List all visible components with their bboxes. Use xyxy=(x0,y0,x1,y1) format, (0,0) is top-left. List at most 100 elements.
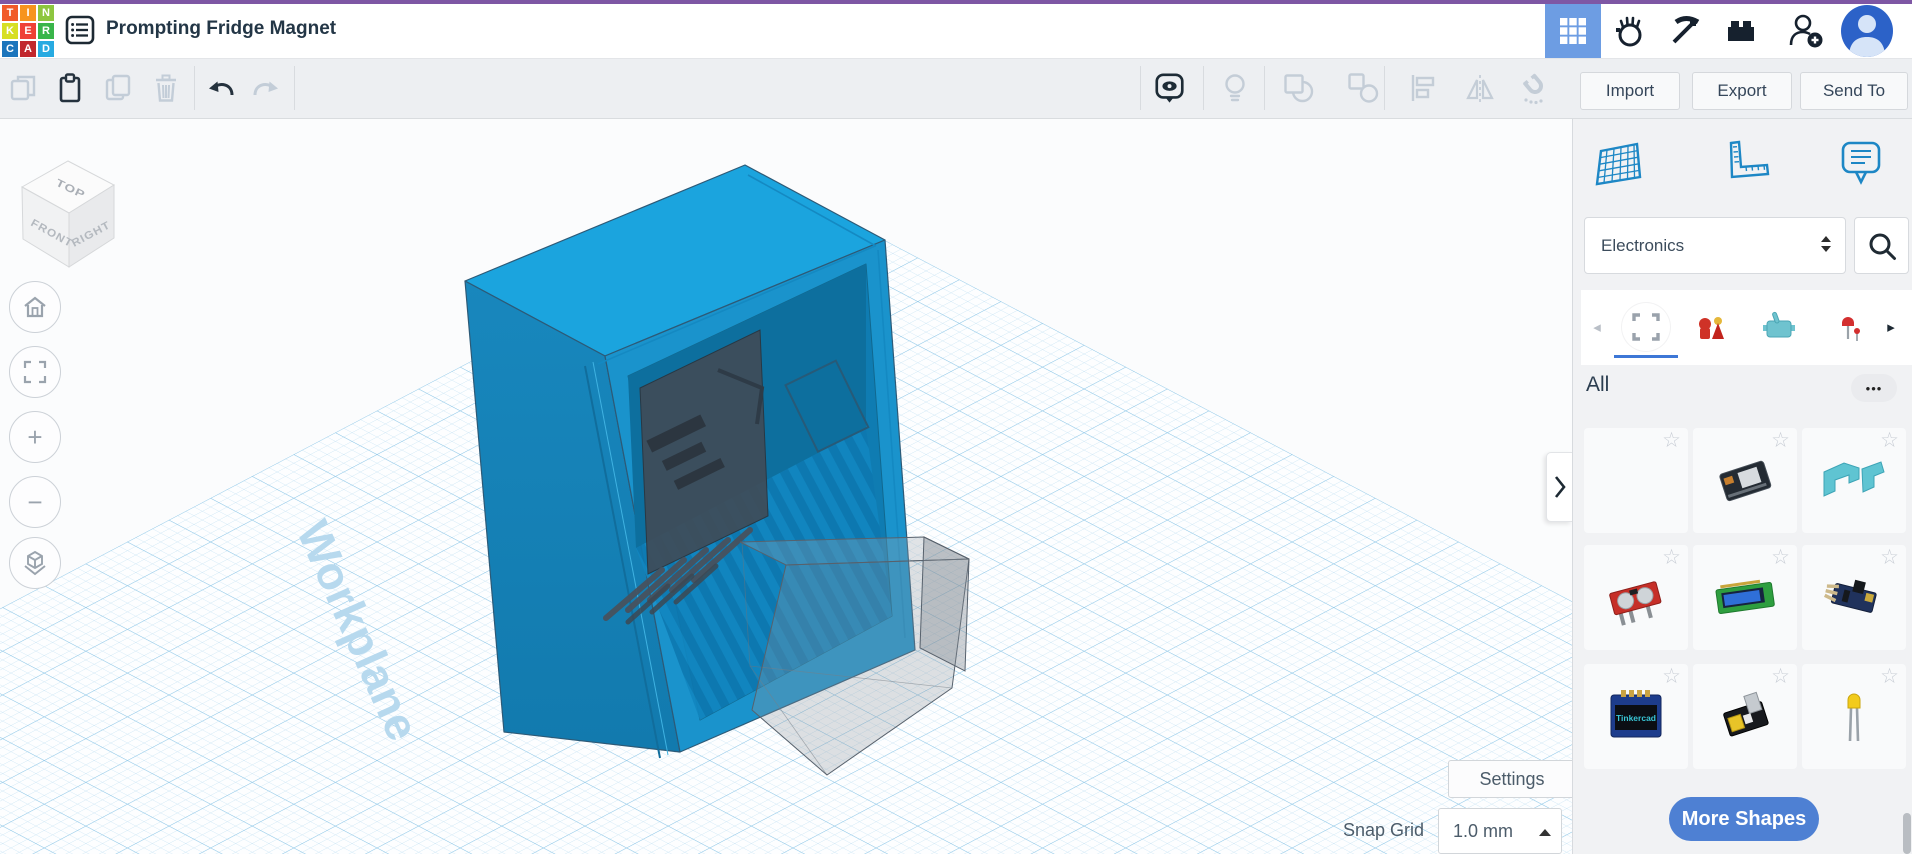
led-thumb-icon xyxy=(1842,317,1860,341)
toolbar-divider xyxy=(1140,66,1141,110)
shapes-panel: Electronics ◂ ▸ All ••• ☆ ☆ ☆ ☆ ☆ ☆ ☆ Ti… xyxy=(1572,118,1912,854)
category-tab-general[interactable] xyxy=(1622,303,1670,351)
section-options-button[interactable]: ••• xyxy=(1851,374,1897,402)
perspective-toggle-button[interactable] xyxy=(9,537,61,589)
shape-tile-blank[interactable]: ☆ xyxy=(1584,428,1688,533)
ungroup-icon xyxy=(1348,73,1379,103)
import-button[interactable]: Import xyxy=(1580,72,1680,110)
logo-tile: C xyxy=(2,41,18,57)
mirror-button[interactable] xyxy=(1463,71,1497,105)
minus-icon: − xyxy=(27,486,43,517)
shape-tile-bracket[interactable]: ☆ xyxy=(1802,428,1906,533)
ruler-icon xyxy=(1729,140,1770,179)
circuit-board-thumb-icon xyxy=(1719,460,1772,502)
delete-button[interactable] xyxy=(149,71,183,105)
zoom-in-button[interactable]: + xyxy=(9,411,61,463)
category-carousel: ◂ ▸ xyxy=(1581,290,1912,365)
grid-3x3-icon xyxy=(1560,18,1586,44)
led-big-thumb-icon xyxy=(1847,693,1861,742)
svg-text:Tinkercad: Tinkercad xyxy=(1616,713,1656,723)
home-view-button[interactable] xyxy=(9,281,61,333)
trash-icon xyxy=(156,74,176,102)
export-button[interactable]: Export xyxy=(1692,72,1792,110)
redo-icon xyxy=(253,81,278,96)
toggle-notes-visibility-button[interactable] xyxy=(1153,71,1187,105)
toolbar-divider xyxy=(194,66,195,110)
copy-button[interactable] xyxy=(6,71,40,105)
group-button[interactable] xyxy=(1281,71,1315,105)
duplicate-button[interactable] xyxy=(102,71,136,105)
category-tab-led[interactable] xyxy=(1830,309,1866,345)
notes-icon xyxy=(1841,141,1881,185)
fit-view-icon xyxy=(23,360,47,384)
design-menu-icon[interactable] xyxy=(64,14,96,46)
account-avatar[interactable] xyxy=(1841,5,1893,57)
search-shapes-button[interactable] xyxy=(1854,217,1909,274)
pickaxe-icon xyxy=(1672,16,1700,44)
ruler-tool-button[interactable] xyxy=(1718,135,1774,193)
more-shapes-button[interactable]: More Shapes xyxy=(1669,797,1819,841)
tinkercad-logo[interactable]: T I N K E R C A D xyxy=(2,5,54,57)
snap-grid-select[interactable]: 1.0 mm xyxy=(1438,808,1562,854)
paste-button[interactable] xyxy=(53,71,87,105)
settings-button[interactable]: Settings xyxy=(1448,760,1572,798)
design-canvas[interactable]: Workplane TOP FRONT RIGHT + − Settings S… xyxy=(0,118,1572,854)
sidebar-scrollbar[interactable] xyxy=(1903,813,1911,854)
send-to-button[interactable]: Send To xyxy=(1800,72,1908,110)
workplane-tool-button[interactable] xyxy=(1591,135,1647,193)
brick-icon xyxy=(1728,21,1754,41)
tab-minecraft[interactable] xyxy=(1657,4,1713,58)
dropdown-up-arrow-icon xyxy=(1539,829,1551,836)
category-select-value: Electronics xyxy=(1601,235,1685,255)
select-stepper-icon xyxy=(1821,236,1831,252)
notes-tool-button[interactable] xyxy=(1833,135,1889,193)
fit-view-button[interactable] xyxy=(9,346,61,398)
avatar-person-icon xyxy=(1849,15,1885,57)
shape-tile-circuit-board[interactable]: ☆ xyxy=(1693,428,1797,533)
scene-3d[interactable]: Workplane xyxy=(0,118,1572,854)
shape-tile-ultrasonic-sensor[interactable]: ☆ xyxy=(1584,545,1688,650)
align-button[interactable] xyxy=(1406,71,1440,105)
top-bar: T I N K E R C A D Prompting Fridge Magne… xyxy=(0,0,1912,59)
magnet-snap-button[interactable] xyxy=(1518,71,1552,105)
shape-tile-led[interactable]: ☆ xyxy=(1802,664,1906,769)
servo-thumb-icon xyxy=(1763,311,1795,338)
section-title: All xyxy=(1586,373,1610,396)
undo-button[interactable] xyxy=(204,71,238,105)
invite-collaborator-button[interactable] xyxy=(1778,4,1834,58)
shape-category-select[interactable]: Electronics xyxy=(1584,217,1846,274)
panel-expand-handle[interactable] xyxy=(1546,452,1572,522)
view-cube[interactable]: TOP FRONT RIGHT xyxy=(10,145,128,273)
top-accent-strip xyxy=(0,0,1912,4)
carousel-next-button[interactable]: ▸ xyxy=(1881,312,1901,342)
group-icon xyxy=(1284,74,1314,103)
logo-tile: T xyxy=(2,5,18,21)
logo-tile: A xyxy=(20,41,36,57)
ungroup-button[interactable] xyxy=(1346,71,1380,105)
category-tab-figures[interactable] xyxy=(1693,309,1729,345)
toolbar-divider xyxy=(1264,66,1265,110)
shape-tile-lcd-display[interactable]: ☆ xyxy=(1693,545,1797,650)
paste-icon xyxy=(59,73,81,103)
mirror-icon xyxy=(1466,75,1494,102)
favorite-star-icon[interactable]: ☆ xyxy=(1662,430,1681,451)
home-icon xyxy=(24,296,46,318)
show-all-button[interactable] xyxy=(1218,71,1252,105)
ellipsis-icon: ••• xyxy=(1865,380,1883,396)
search-icon xyxy=(1869,233,1896,260)
tab-bricks[interactable] xyxy=(1713,4,1769,58)
tab-sim[interactable] xyxy=(1601,4,1657,58)
shape-tile-adapter-board[interactable]: ☆ xyxy=(1802,545,1906,650)
carousel-prev-button[interactable]: ◂ xyxy=(1587,312,1607,342)
copy-icon xyxy=(10,75,36,101)
workplane-icon xyxy=(1595,142,1642,186)
category-tab-servo[interactable] xyxy=(1761,309,1797,345)
redo-button[interactable] xyxy=(249,71,283,105)
orthographic-cube-icon xyxy=(24,550,46,576)
zoom-out-button[interactable]: − xyxy=(9,476,61,528)
tab-3d-editor[interactable] xyxy=(1545,4,1601,58)
power-module-thumb-icon xyxy=(1723,691,1769,737)
shape-tile-power-module[interactable]: ☆ xyxy=(1693,664,1797,769)
design-title[interactable]: Prompting Fridge Magnet xyxy=(106,0,336,58)
shape-tile-oled-display[interactable]: ☆ Tinkercad xyxy=(1584,664,1688,769)
